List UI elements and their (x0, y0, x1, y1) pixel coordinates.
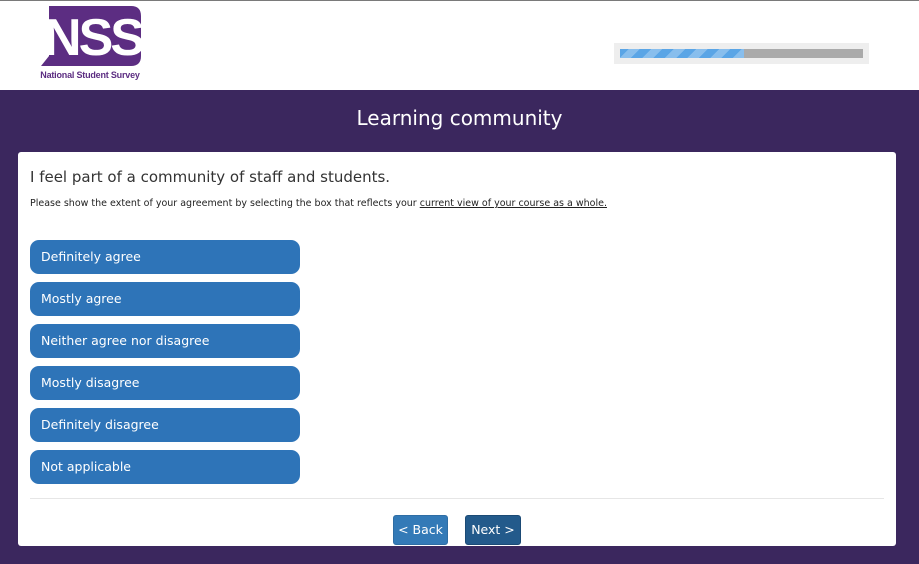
question-text: I feel part of a community of staff and … (30, 168, 391, 186)
instructions-emphasis: current view of your course as a whole. (419, 198, 607, 209)
section-title: Learning community (356, 106, 563, 130)
question-card: I feel part of a community of staff and … (18, 152, 896, 546)
question-instructions: Please show the extent of your agreement… (30, 198, 607, 209)
option-not-applicable[interactable]: Not applicable (30, 450, 300, 484)
back-button[interactable]: < Back (393, 515, 448, 545)
nss-logo-mark: NSS (41, 6, 141, 66)
option-neither-agree-nor-disagree[interactable]: Neither agree nor disagree (30, 324, 300, 358)
instructions-text: Please show the extent of your agreement… (30, 198, 420, 209)
next-button[interactable]: Next > (465, 515, 521, 545)
nss-logo: NSS National Student Survey (37, 6, 143, 84)
answer-options: Definitely agree Mostly agree Neither ag… (30, 240, 300, 492)
progress-fill (620, 49, 744, 58)
progress-track (620, 49, 863, 58)
logo-subtitle: National Student Survey (40, 70, 140, 80)
divider (30, 498, 884, 499)
site-header: NSS National Student Survey (0, 0, 919, 90)
progress-bar (614, 43, 869, 64)
option-definitely-agree[interactable]: Definitely agree (30, 240, 300, 274)
logo-text: NSS (44, 9, 141, 66)
option-mostly-disagree[interactable]: Mostly disagree (30, 366, 300, 400)
option-mostly-agree[interactable]: Mostly agree (30, 282, 300, 316)
option-definitely-disagree[interactable]: Definitely disagree (30, 408, 300, 442)
